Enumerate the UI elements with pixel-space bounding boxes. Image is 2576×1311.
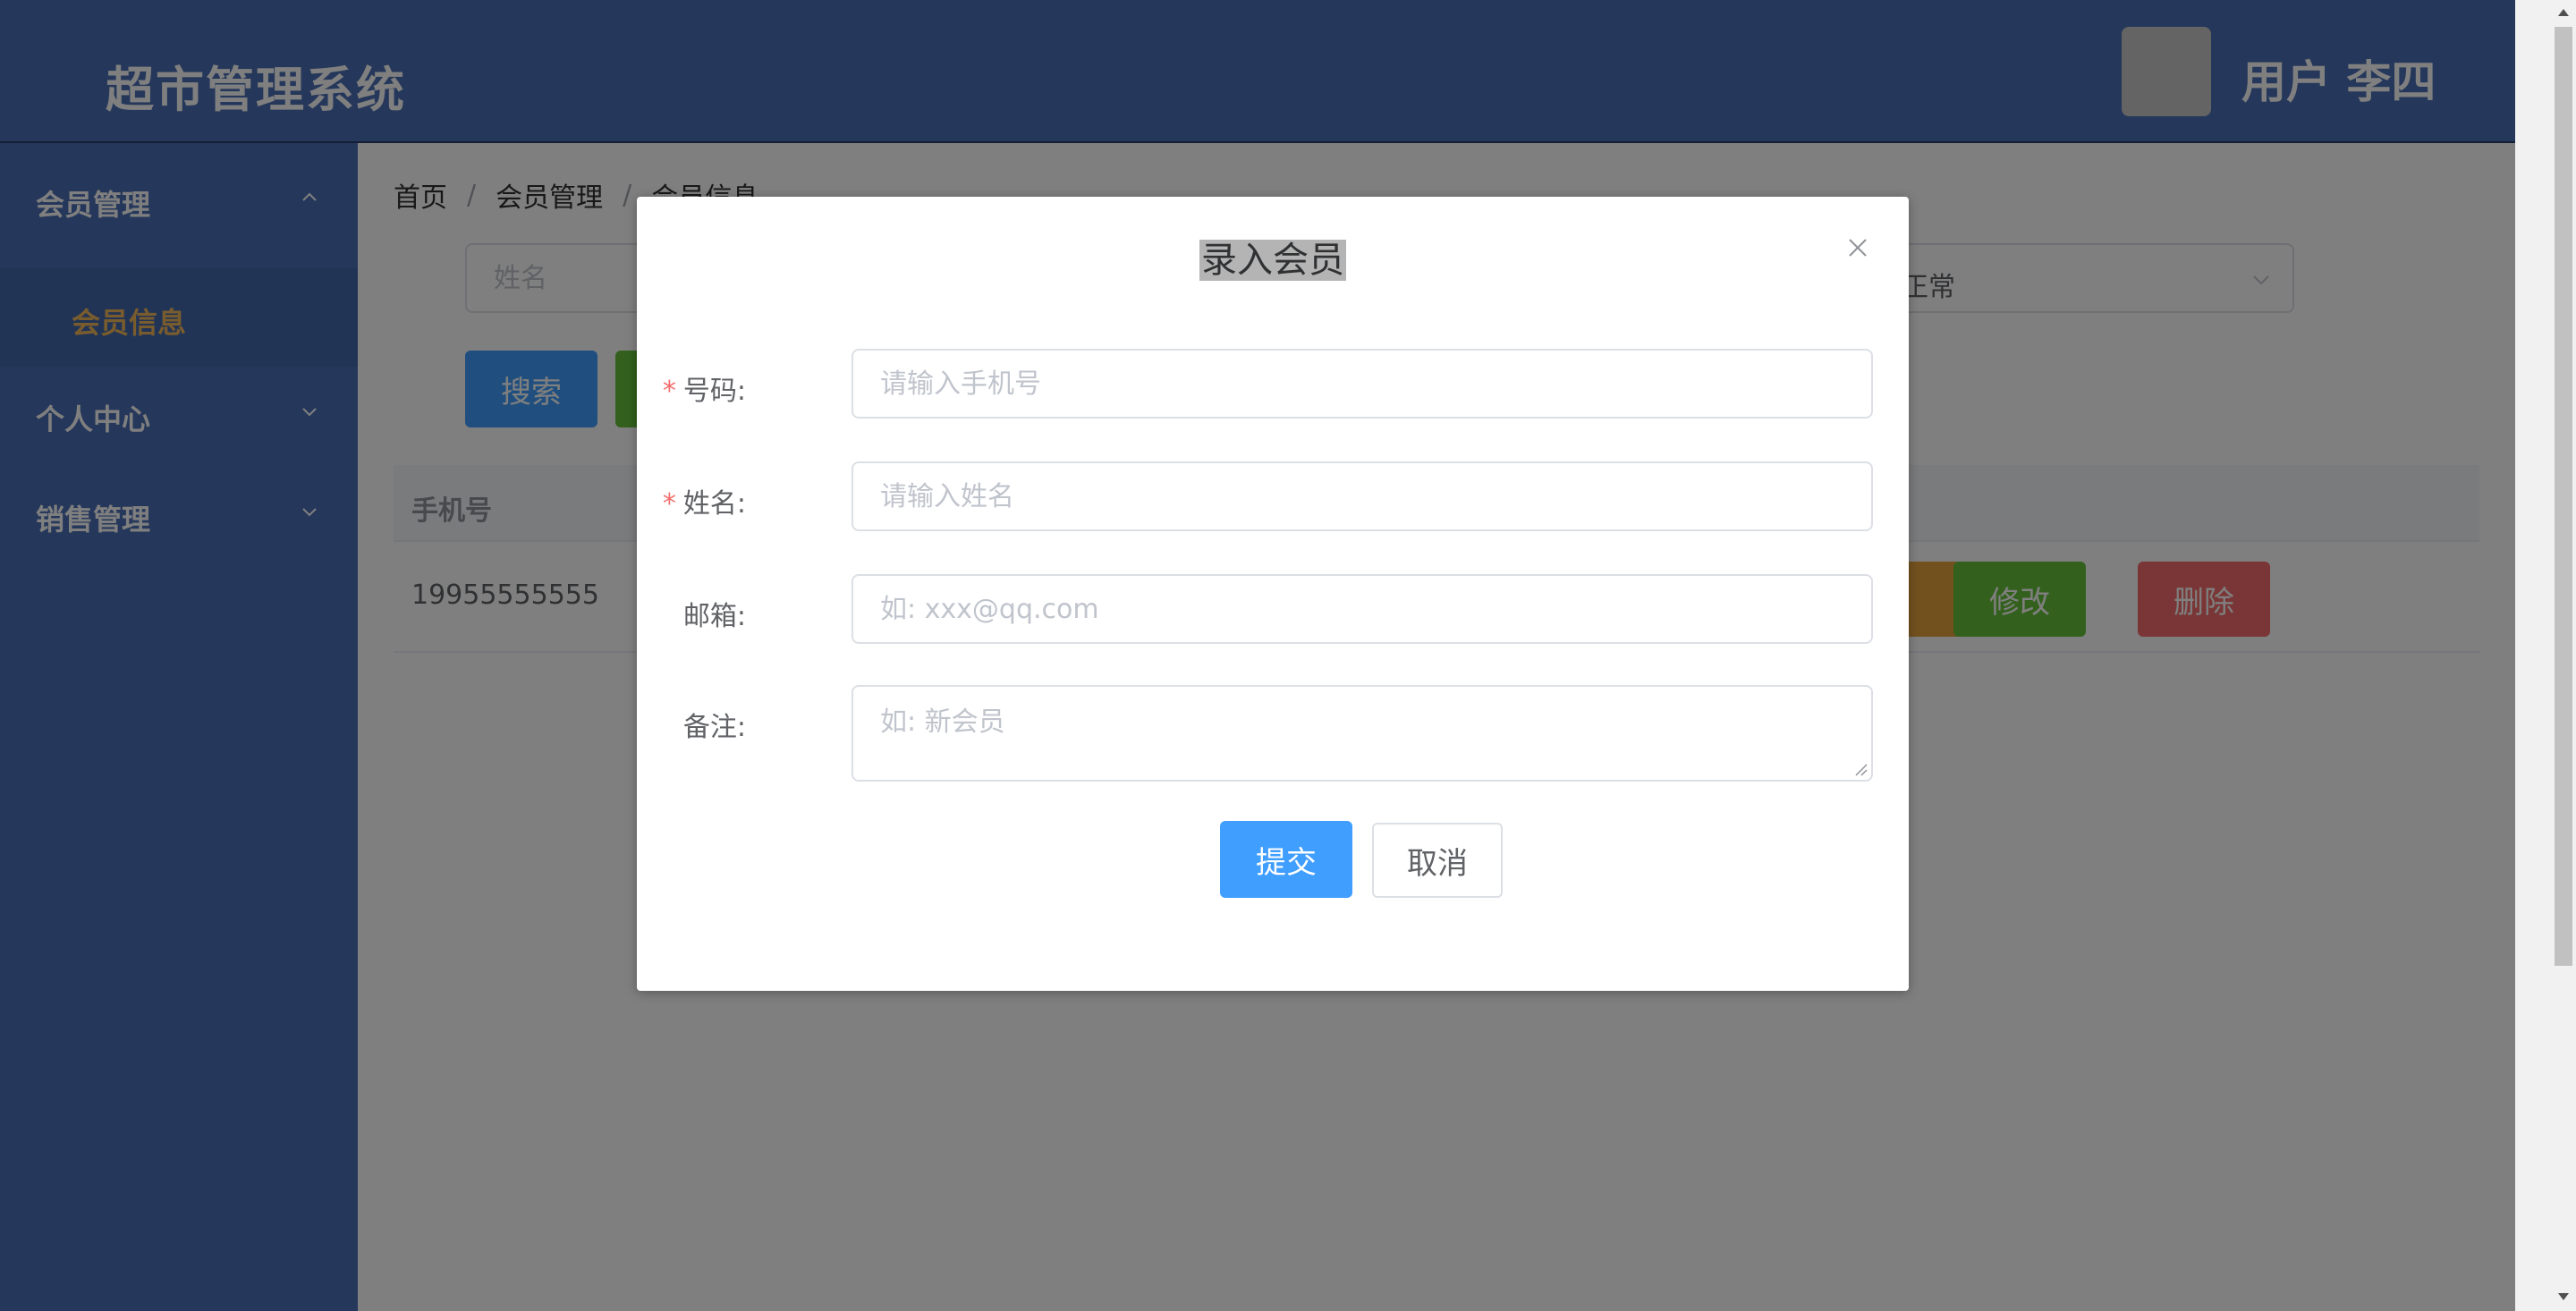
email-label: 邮箱: (682, 601, 746, 632)
remark-textarea[interactable] (853, 687, 1871, 780)
required-mark: * (662, 376, 676, 407)
phone-field[interactable] (852, 349, 1873, 419)
scroll-down-arrow-icon[interactable] (2555, 1288, 2572, 1306)
email-field[interactable] (852, 574, 1873, 644)
submit-button[interactable]: 提交 (1220, 821, 1352, 898)
scroll-thumb[interactable] (2555, 27, 2572, 966)
email-input[interactable] (853, 576, 1871, 642)
remark-field[interactable] (852, 685, 1873, 782)
close-icon[interactable] (1844, 234, 1871, 261)
resize-handle-icon[interactable] (1853, 762, 1868, 776)
name-field[interactable] (852, 461, 1873, 531)
dialog-title-text: 录入会员 (1199, 240, 1346, 281)
required-mark: * (662, 488, 676, 520)
phone-input[interactable] (853, 351, 1871, 417)
name-label: * 姓名: (662, 488, 746, 520)
dialog-title: 录入会员 (637, 231, 1909, 283)
add-member-dialog: 录入会员 *号码: *姓名: 邮箱: 备注: 提交 取消 (637, 197, 1909, 991)
phone-label: * 号码: (662, 376, 746, 407)
name-input[interactable] (853, 463, 1871, 529)
remark-label: 备注: (682, 712, 746, 743)
cancel-button[interactable]: 取消 (1372, 823, 1503, 898)
page-scrollbar[interactable] (2515, 0, 2576, 1311)
scroll-up-arrow-icon[interactable] (2555, 4, 2572, 21)
